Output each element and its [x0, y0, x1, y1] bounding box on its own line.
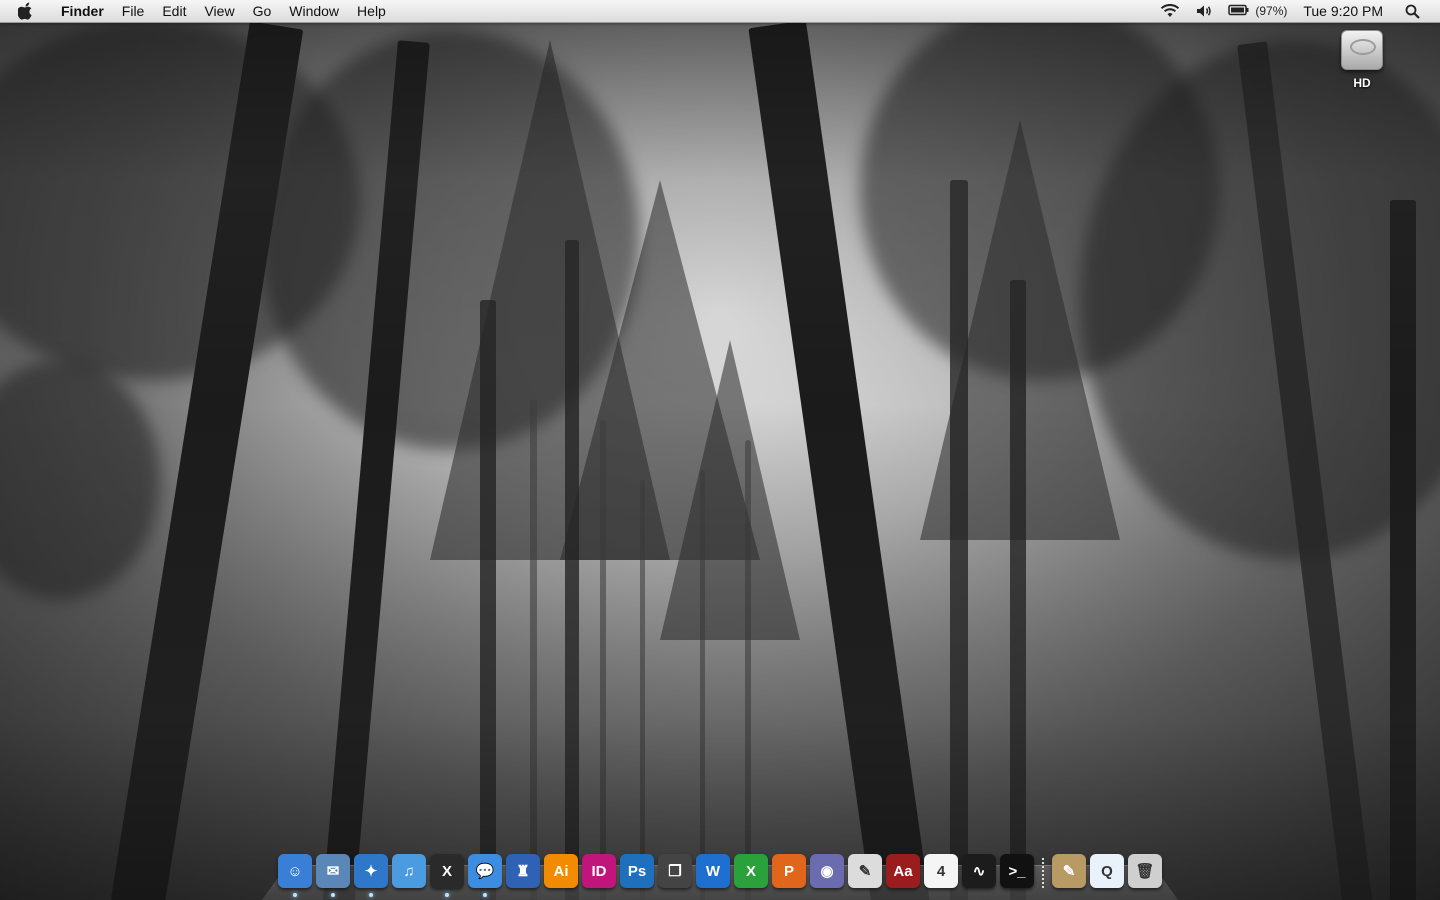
powerpoint-icon: P — [783, 862, 794, 880]
menu-clock[interactable]: Tue 9:20 PM — [1303, 3, 1383, 19]
trash-icon: 🗑 — [1135, 863, 1155, 880]
dock-item-terminal[interactable]: >_ — [1000, 854, 1034, 888]
menu-file[interactable]: File — [113, 0, 154, 22]
running-indicator — [445, 893, 449, 897]
menu-go[interactable]: Go — [244, 0, 281, 22]
ichat-bubble-icon: 💬 — [475, 863, 495, 880]
running-indicator — [483, 893, 487, 897]
terminal-icon: >_ — [1008, 862, 1026, 880]
dock-item-codex[interactable]: X — [430, 854, 464, 897]
dock-item-itunes[interactable]: ♫ — [392, 854, 426, 888]
menu-bar: Finder File Edit View Go Window Help (97… — [0, 0, 1440, 23]
dock-item-cyberduck[interactable]: ♜ — [506, 854, 540, 888]
dock-item-word[interactable]: W — [696, 854, 730, 888]
indesign-icon: ID — [591, 862, 607, 880]
dock-item-activity-monitor[interactable]: ∿ — [962, 854, 996, 888]
dock-item-powerpoint[interactable]: P — [772, 854, 806, 888]
dock-item-ichat[interactable]: 💬 — [468, 854, 502, 897]
movie-file-icon: Q — [1101, 862, 1113, 880]
battery-icon — [1228, 3, 1250, 19]
running-indicator — [293, 893, 297, 897]
dock-item-indesign[interactable]: ID — [582, 854, 616, 888]
document-pen-icon: ✎ — [858, 863, 872, 880]
dock-item-downloads[interactable]: ✎ — [1052, 854, 1086, 888]
dock-item-finder[interactable]: ☺ — [278, 854, 312, 897]
wifi-icon[interactable] — [1160, 4, 1180, 18]
running-indicator — [331, 893, 335, 897]
desktop-icon-label: HD — [1353, 76, 1371, 90]
dock-item-trash[interactable]: 🗑 — [1128, 854, 1162, 888]
status-area: (97%) Tue 9:20 PM — [1152, 0, 1440, 22]
dock-separator — [1042, 858, 1044, 888]
dock-item-mail[interactable]: ✉ — [316, 854, 350, 897]
volume-icon[interactable] — [1196, 4, 1212, 18]
dock-item-linux[interactable]: ◉ — [810, 854, 844, 888]
illustrator-icon: Ai — [553, 862, 569, 880]
battery-status[interactable]: (97%) — [1228, 3, 1287, 19]
running-indicator — [369, 893, 373, 897]
overlapping-squares-icon: ❐ — [668, 863, 682, 880]
excel-icon: X — [745, 862, 756, 880]
word-icon: W — [705, 862, 721, 880]
photoshop-icon: Ps — [627, 862, 647, 880]
dock-item-illustrator[interactable]: Ai — [544, 854, 578, 888]
finder-icon: ☺ — [287, 862, 303, 880]
hard-drive-icon — [1341, 30, 1383, 70]
dock-item-dictionary[interactable]: Aa — [886, 854, 920, 888]
tux-badge-icon: ◉ — [820, 863, 834, 880]
mail-stamp-icon: ✉ — [326, 863, 340, 880]
scroll-document-icon: ✎ — [1062, 863, 1076, 880]
desktop-wallpaper — [0, 0, 1440, 900]
wizard-figure-icon: ♜ — [516, 863, 530, 880]
calendar-icon: 4 — [936, 862, 946, 880]
dock-item-photoshop[interactable]: Ps — [620, 854, 654, 888]
battery-percent: (97%) — [1255, 4, 1288, 18]
menu-view[interactable]: View — [195, 0, 243, 22]
dock-item-ical[interactable]: 4 — [924, 854, 958, 888]
dictionary-icon: Aa — [893, 862, 913, 880]
activity-monitor-icon: ∿ — [972, 863, 986, 880]
dock-item-movie[interactable]: Q — [1090, 854, 1124, 888]
dock-item-textedit[interactable]: ✎ — [848, 854, 882, 888]
dock-item-excel[interactable]: X — [734, 854, 768, 888]
dock: ☺ ✉ ✦ ♫ X 💬 ♜ Ai ID Ps ❐ W X P ◉ ✎ Aa 4 ∿ >_ ✎ Q 🗑 — [278, 848, 1162, 897]
dock-item-safari[interactable]: ✦ — [354, 854, 388, 897]
spotlight-icon[interactable] — [1405, 4, 1420, 19]
menu-edit[interactable]: Edit — [153, 0, 195, 22]
safari-compass-icon: ✦ — [364, 863, 378, 880]
menu-window[interactable]: Window — [280, 0, 348, 22]
menu-help[interactable]: Help — [348, 0, 395, 22]
dock-item-vmware[interactable]: ❐ — [658, 854, 692, 888]
menu-finder[interactable]: Finder — [52, 0, 113, 22]
itunes-icon: ♫ — [403, 862, 415, 880]
codex-icon: X — [441, 862, 452, 880]
desktop-icon-hd[interactable]: HD — [1330, 30, 1394, 90]
apple-icon[interactable] — [18, 2, 34, 20]
